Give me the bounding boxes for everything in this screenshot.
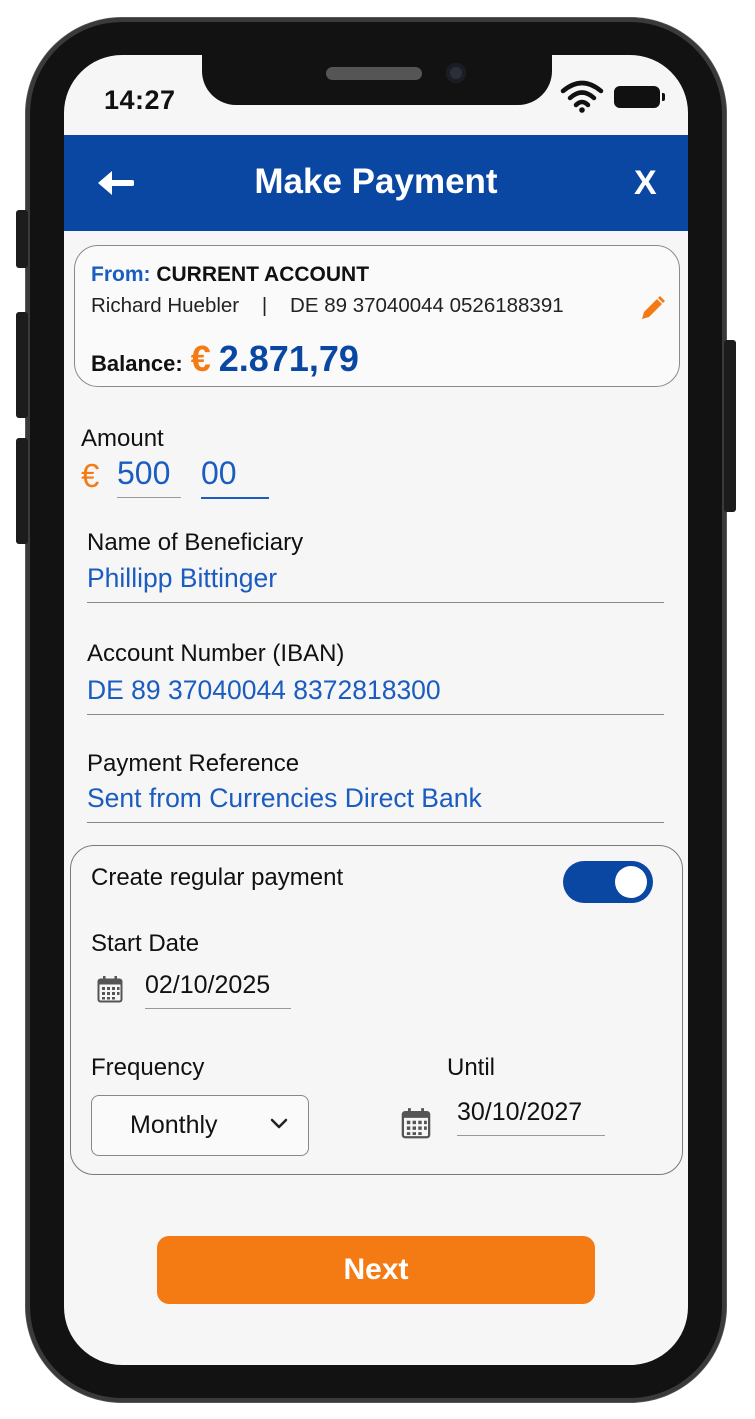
regular-payment-card: Create regular payment Start Date 02/10/…	[70, 845, 683, 1175]
beneficiary-input[interactable]: Phillipp Bittinger	[87, 563, 664, 603]
amount-currency: €	[81, 457, 100, 494]
until-date-input[interactable]: 30/10/2027	[457, 1098, 605, 1136]
start-date-input[interactable]: 02/10/2025	[145, 971, 291, 1009]
edit-pencil-icon[interactable]	[637, 294, 667, 324]
regular-payment-label: Create regular payment	[91, 864, 344, 891]
close-button[interactable]: X	[634, 164, 657, 203]
amount-decimal-input[interactable]: 00	[201, 455, 269, 499]
speaker	[326, 67, 422, 80]
regular-payment-toggle[interactable]	[563, 861, 653, 903]
page-title: Make Payment	[254, 162, 498, 201]
volume-up-button	[16, 312, 28, 418]
balance-value: 2.871,79	[218, 338, 359, 379]
from-account-line: From: CURRENT ACCOUNT	[91, 263, 369, 287]
reference-input[interactable]: Sent from Currencies Direct Bank	[87, 783, 664, 823]
balance-line: Balance: € 2.871,79	[91, 338, 359, 380]
battery-icon	[614, 86, 665, 108]
frequency-select[interactable]: Monthly	[91, 1095, 309, 1156]
front-camera	[446, 63, 466, 83]
balance-currency: €	[190, 338, 211, 379]
iban-input[interactable]: DE 89 37040044 8372818300	[87, 675, 664, 715]
frequency-value: Monthly	[130, 1111, 218, 1139]
from-label: From:	[91, 263, 151, 286]
app-screen: 14:27 Make Payment X From: CURRENT ACCOU…	[64, 55, 688, 1365]
balance-label: Balance:	[91, 351, 183, 376]
calendar-icon[interactable]	[97, 975, 123, 1003]
power-button	[724, 340, 736, 512]
frequency-label: Frequency	[91, 1054, 205, 1081]
from-iban: DE 89 37040044 0526188391	[290, 294, 564, 317]
from-account-card: From: CURRENT ACCOUNT Richard Huebler | …	[74, 245, 680, 387]
status-time: 14:27	[104, 85, 176, 115]
notch	[202, 55, 552, 105]
app-header: Make Payment X	[64, 135, 688, 231]
volume-down-button	[16, 438, 28, 544]
toggle-knob	[615, 866, 647, 898]
iban-label: Account Number (IBAN)	[87, 640, 345, 667]
account-owner-line: Richard Huebler | DE 89 37040044 0526188…	[91, 294, 564, 318]
beneficiary-label: Name of Beneficiary	[87, 529, 304, 556]
calendar-icon[interactable]	[401, 1107, 431, 1139]
amount-label: Amount	[81, 425, 164, 452]
chevron-down-icon	[270, 1118, 288, 1129]
next-button[interactable]: Next	[157, 1236, 595, 1304]
account-type: CURRENT ACCOUNT	[156, 263, 370, 286]
until-label: Until	[447, 1054, 496, 1081]
wifi-icon	[560, 80, 604, 113]
mute-switch	[16, 210, 28, 268]
start-date-label: Start Date	[91, 930, 200, 957]
account-owner: Richard Huebler	[91, 294, 240, 317]
reference-label: Payment Reference	[87, 750, 300, 777]
amount-integer-input[interactable]: 500	[117, 455, 181, 498]
separator: |	[261, 294, 268, 317]
